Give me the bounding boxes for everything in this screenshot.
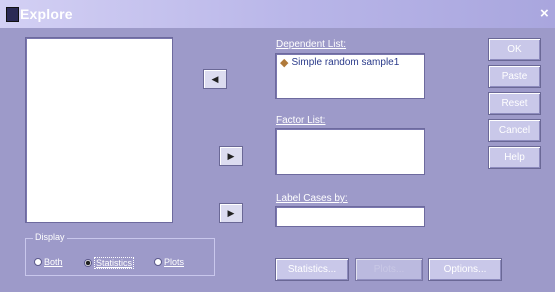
move-to-dependent-button[interactable]: ◀ bbox=[203, 69, 227, 89]
arrow-right-icon: ▶ bbox=[227, 150, 235, 161]
dependent-list[interactable]: ◆ Simple random sample1 bbox=[275, 53, 425, 99]
scale-variable-icon: ◆ bbox=[280, 57, 289, 69]
arrow-left-icon: ◀ bbox=[211, 73, 219, 84]
display-legend: Display bbox=[33, 232, 67, 242]
statistics-button[interactable]: Statistics... bbox=[275, 258, 349, 281]
radio-dot bbox=[154, 258, 162, 266]
factor-list-label: Factor List: bbox=[276, 115, 326, 126]
radio-statistics[interactable]: Statistics bbox=[84, 257, 135, 269]
title-bar: Explore × bbox=[0, 0, 555, 28]
options-button[interactable]: Options... bbox=[428, 258, 502, 281]
help-button[interactable]: Help bbox=[488, 146, 541, 169]
factor-list[interactable] bbox=[275, 128, 425, 175]
dialog-title: Explore bbox=[20, 6, 73, 22]
plots-button[interactable]: Plots... bbox=[355, 258, 423, 281]
close-icon[interactable]: × bbox=[540, 5, 549, 22]
radio-dot bbox=[34, 258, 42, 266]
move-to-factor-button[interactable]: ▶ bbox=[219, 146, 243, 166]
list-item[interactable]: ◆ Simple random sample1 bbox=[280, 56, 399, 69]
app-icon bbox=[6, 7, 19, 22]
reset-button[interactable]: Reset bbox=[488, 92, 541, 115]
arrow-right-icon: ▶ bbox=[227, 207, 235, 218]
display-group: Display Both Statistics Plots bbox=[25, 232, 215, 276]
radio-plots[interactable]: Plots bbox=[154, 257, 184, 267]
dependent-list-label: Dependent List: bbox=[276, 39, 347, 50]
label-cases-field[interactable] bbox=[275, 206, 425, 227]
source-variable-list[interactable] bbox=[25, 37, 173, 223]
radio-dot-selected bbox=[84, 259, 92, 267]
cancel-button[interactable]: Cancel bbox=[488, 119, 541, 142]
paste-button[interactable]: Paste bbox=[488, 65, 541, 88]
radio-both[interactable]: Both bbox=[34, 257, 63, 267]
ok-button[interactable]: OK bbox=[488, 38, 541, 61]
explore-dialog: Explore × ◀ ▶ ▶ Dependent List: ◆ Simple… bbox=[0, 0, 555, 292]
label-cases-label: Label Cases by: bbox=[276, 193, 348, 204]
move-to-label-button[interactable]: ▶ bbox=[219, 203, 243, 223]
